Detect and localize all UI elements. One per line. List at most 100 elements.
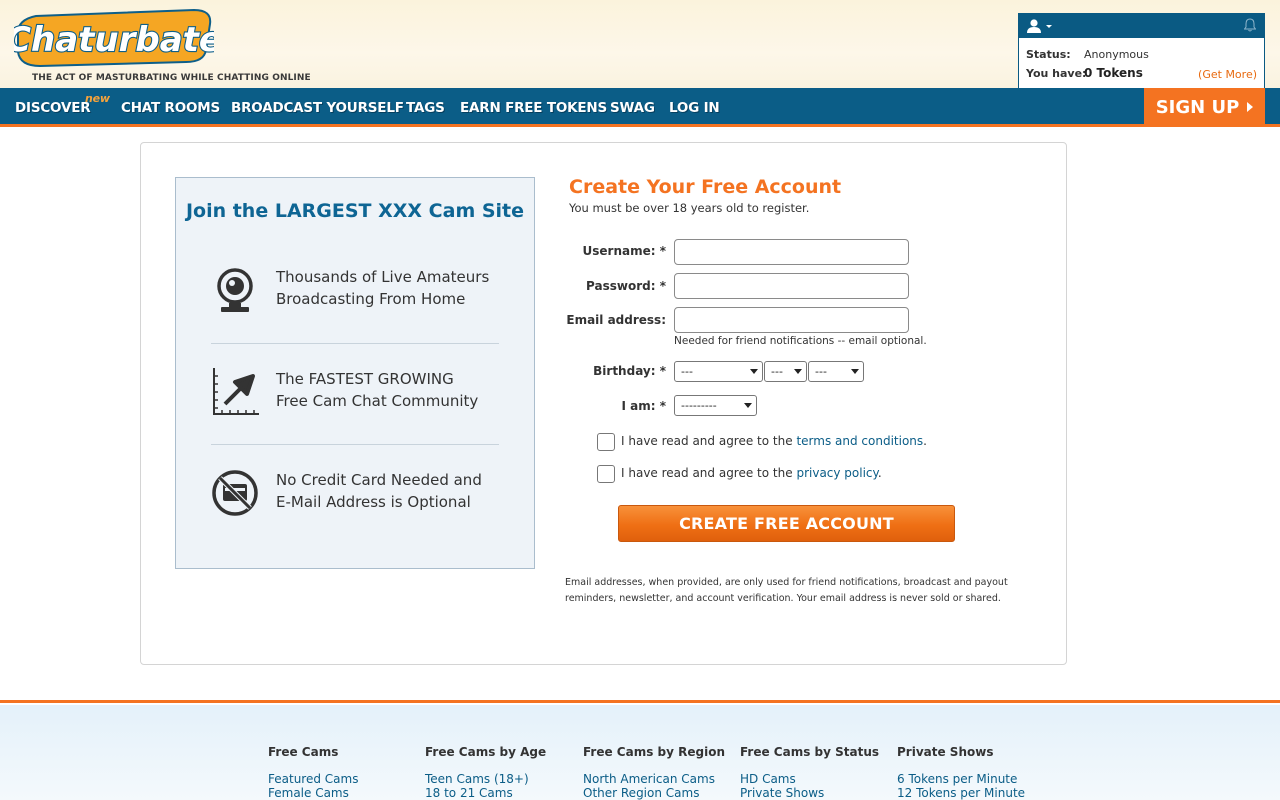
divider	[211, 444, 499, 445]
form-subtitle: You must be over 18 years old to registe…	[569, 201, 810, 215]
gender-label: I am: *	[621, 399, 667, 413]
feature-live-amateurs: Thousands of Live Amateurs Broadcasting …	[211, 266, 501, 336]
feature-text: Thousands of Live Amateurs Broadcasting …	[276, 266, 489, 310]
footer-link[interactable]: 6 Tokens per Minute	[897, 772, 1025, 786]
feature-line: Broadcasting From Home	[276, 290, 466, 308]
nav-discover[interactable]: DISCOVER new	[15, 92, 110, 116]
nav-discover-label: DISCOVER	[15, 100, 91, 116]
username-input[interactable]	[674, 239, 909, 265]
user-menu-bar	[1019, 14, 1264, 38]
sign-up-button[interactable]: SIGN UP	[1144, 88, 1265, 126]
divider	[211, 343, 499, 344]
feature-fastest-growing: The FASTEST GROWING Free Cam Chat Commun…	[211, 368, 501, 438]
footer-accent-line	[0, 700, 1280, 703]
get-more-tokens-link[interactable]: (Get More)	[1198, 68, 1257, 81]
feature-line: No Credit Card Needed and	[276, 471, 482, 489]
birthday-year-select[interactable]: ---	[808, 361, 864, 382]
footer-link[interactable]: North American Cams	[583, 772, 725, 786]
footer-col-by-region: Free Cams by Region North American Cams …	[583, 745, 725, 800]
growth-chart-icon	[213, 368, 259, 415]
select-value: ---	[815, 365, 827, 378]
bell-icon[interactable]	[1244, 18, 1256, 32]
chevron-down-icon	[794, 369, 802, 374]
footer-link[interactable]: Teen Cams (18+)	[425, 772, 546, 786]
chevron-down-icon	[851, 369, 859, 374]
privacy-policy-link[interactable]: privacy policy	[796, 466, 877, 480]
terms-checkbox[interactable]	[597, 433, 615, 451]
tagline: THE ACT OF MASTURBATING WHILE CHATTING O…	[32, 73, 311, 83]
promo-panel: Join the LARGEST XXX Cam Site Thousands …	[175, 177, 535, 569]
footer-link[interactable]: Female Cams	[268, 786, 358, 800]
nav-broadcast-yourself[interactable]: BROADCAST YOURSELF	[231, 100, 404, 116]
arrow-right-icon	[1247, 102, 1254, 112]
user-status-box: Status: Anonymous You have: 0 Tokens (Ge…	[1018, 13, 1265, 88]
footer-heading: Private Shows	[897, 745, 994, 759]
birthday-month-select[interactable]: ---	[674, 361, 763, 382]
no-credit-card-icon	[212, 470, 258, 516]
tokens-label: You have:	[1026, 67, 1087, 80]
password-input[interactable]	[674, 273, 909, 299]
nav-log-in[interactable]: LOG IN	[669, 100, 720, 116]
chevron-down-icon	[744, 403, 752, 408]
footer-link[interactable]: 18 to 21 Cams	[425, 786, 546, 800]
nav-chat-rooms[interactable]: CHAT ROOMS	[121, 100, 220, 116]
site-header: Chaturbate THE ACT OF MASTURBATING WHILE…	[0, 0, 1280, 88]
agree-prefix: I have read and agree to the	[621, 434, 793, 448]
user-menu-icon[interactable]	[1027, 18, 1057, 34]
feature-line: E-Mail Address is Optional	[276, 493, 471, 511]
feature-line: The FASTEST GROWING	[276, 370, 454, 388]
select-value: ---	[681, 365, 693, 378]
status-label: Status:	[1026, 48, 1071, 61]
privacy-checkbox[interactable]	[597, 465, 615, 483]
footer-link[interactable]: Featured Cams	[268, 772, 358, 786]
terms-link[interactable]: terms and conditions	[796, 434, 923, 448]
select-value: ---	[771, 365, 783, 378]
nav-swag[interactable]: SWAG	[610, 100, 655, 116]
promo-title: Join the LARGEST XXX Cam Site	[185, 200, 525, 222]
nav-earn-free-tokens[interactable]: EARN FREE TOKENS	[460, 100, 607, 116]
footer-heading: Free Cams by Status	[740, 745, 880, 759]
token-balance: 0 Tokens	[1084, 66, 1143, 80]
feature-line: Free Cam Chat Community	[276, 392, 479, 410]
terms-agree-text: I have read and agree to the terms and c…	[621, 434, 927, 448]
form-title: Create Your Free Account	[569, 176, 842, 198]
footer-link[interactable]: Other Region Cams	[583, 786, 725, 800]
email-label: Email address:	[566, 313, 666, 327]
nav-tags[interactable]: TAGS	[406, 100, 445, 116]
nav-accent-line	[0, 124, 1280, 127]
gender-select[interactable]: ---------	[674, 395, 757, 416]
feature-text: No Credit Card Needed and E-Mail Address…	[276, 469, 482, 513]
footer-link[interactable]: Private Shows	[740, 786, 879, 800]
feature-no-credit-card: No Credit Card Needed and E-Mail Address…	[211, 469, 501, 539]
status-value: Anonymous	[1084, 48, 1149, 61]
privacy-agree-text: I have read and agree to the privacy pol…	[621, 466, 882, 480]
email-help-text: Needed for friend notifications -- email…	[674, 335, 927, 347]
birthday-label: Birthday: *	[593, 364, 666, 378]
chaturbate-logo[interactable]: Chaturbate	[14, 6, 214, 68]
footer-link[interactable]: HD Cams	[740, 772, 879, 786]
email-disclaimer: Email addresses, when provided, are only…	[565, 577, 1008, 604]
password-label: Password: *	[586, 279, 666, 293]
email-input[interactable]	[674, 307, 909, 333]
new-badge: new	[85, 92, 110, 105]
username-label: Username: *	[582, 244, 666, 258]
footer-heading: Free Cams by Region	[583, 745, 725, 759]
footer-col-free-cams: Free Cams Featured Cams Female Cams	[268, 745, 358, 800]
create-account-button[interactable]: CREATE FREE ACCOUNT	[618, 505, 955, 542]
main-nav: DISCOVER new CHAT ROOMS BROADCAST YOURSE…	[0, 88, 1280, 124]
footer-link[interactable]: 12 Tokens per Minute	[897, 786, 1025, 800]
feature-text: The FASTEST GROWING Free Cam Chat Commun…	[276, 368, 478, 412]
chevron-down-icon	[750, 369, 758, 374]
footer-col-by-status: Free Cams by Status HD Cams Private Show…	[740, 745, 879, 800]
select-value: ---------	[681, 399, 717, 412]
sign-up-label: SIGN UP	[1155, 96, 1240, 118]
footer-col-private-shows: Private Shows 6 Tokens per Minute 12 Tok…	[897, 745, 1025, 800]
logo-text: Chaturbate	[14, 20, 214, 60]
footer-heading: Free Cams	[268, 745, 339, 759]
webcam-icon	[217, 268, 253, 312]
birthday-day-select[interactable]: ---	[764, 361, 807, 382]
agree-prefix: I have read and agree to the	[621, 466, 793, 480]
footer-col-by-age: Free Cams by Age Teen Cams (18+) 18 to 2…	[425, 745, 546, 800]
feature-line: Thousands of Live Amateurs	[276, 268, 490, 286]
footer-heading: Free Cams by Age	[425, 745, 547, 759]
